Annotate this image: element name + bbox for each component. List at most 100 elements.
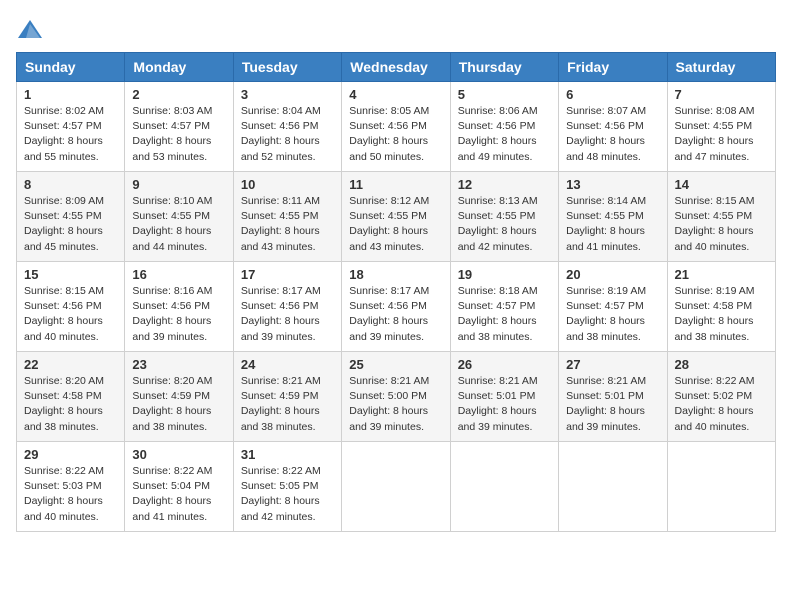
calendar-cell: 29 Sunrise: 8:22 AMSunset: 5:03 PMDaylig… — [17, 442, 125, 532]
calendar-cell: 24 Sunrise: 8:21 AMSunset: 4:59 PMDaylig… — [233, 352, 341, 442]
day-number: 24 — [241, 357, 334, 372]
day-number: 15 — [24, 267, 117, 282]
day-info: Sunrise: 8:21 AMSunset: 5:01 PMDaylight:… — [566, 375, 646, 433]
day-number: 28 — [675, 357, 768, 372]
day-number: 23 — [132, 357, 225, 372]
calendar-week-row: 22 Sunrise: 8:20 AMSunset: 4:58 PMDaylig… — [17, 352, 776, 442]
calendar-cell: 30 Sunrise: 8:22 AMSunset: 5:04 PMDaylig… — [125, 442, 233, 532]
calendar-week-row: 15 Sunrise: 8:15 AMSunset: 4:56 PMDaylig… — [17, 262, 776, 352]
day-info: Sunrise: 8:08 AMSunset: 4:55 PMDaylight:… — [675, 105, 755, 163]
day-number: 12 — [458, 177, 551, 192]
calendar-cell: 6 Sunrise: 8:07 AMSunset: 4:56 PMDayligh… — [559, 82, 667, 172]
weekday-header-wednesday: Wednesday — [342, 53, 450, 82]
weekday-header-row: SundayMondayTuesdayWednesdayThursdayFrid… — [17, 53, 776, 82]
day-number: 22 — [24, 357, 117, 372]
calendar-cell: 1 Sunrise: 8:02 AMSunset: 4:57 PMDayligh… — [17, 82, 125, 172]
day-number: 26 — [458, 357, 551, 372]
day-info: Sunrise: 8:15 AMSunset: 4:55 PMDaylight:… — [675, 195, 755, 253]
day-info: Sunrise: 8:17 AMSunset: 4:56 PMDaylight:… — [349, 285, 429, 343]
day-info: Sunrise: 8:22 AMSunset: 5:02 PMDaylight:… — [675, 375, 755, 433]
weekday-header-saturday: Saturday — [667, 53, 775, 82]
day-number: 7 — [675, 87, 768, 102]
day-info: Sunrise: 8:03 AMSunset: 4:57 PMDaylight:… — [132, 105, 212, 163]
day-number: 2 — [132, 87, 225, 102]
day-number: 9 — [132, 177, 225, 192]
day-number: 4 — [349, 87, 442, 102]
day-number: 25 — [349, 357, 442, 372]
day-info: Sunrise: 8:02 AMSunset: 4:57 PMDaylight:… — [24, 105, 104, 163]
day-info: Sunrise: 8:17 AMSunset: 4:56 PMDaylight:… — [241, 285, 321, 343]
day-number: 19 — [458, 267, 551, 282]
calendar-cell: 21 Sunrise: 8:19 AMSunset: 4:58 PMDaylig… — [667, 262, 775, 352]
day-info: Sunrise: 8:12 AMSunset: 4:55 PMDaylight:… — [349, 195, 429, 253]
day-number: 6 — [566, 87, 659, 102]
day-number: 16 — [132, 267, 225, 282]
calendar-week-row: 1 Sunrise: 8:02 AMSunset: 4:57 PMDayligh… — [17, 82, 776, 172]
calendar-cell: 16 Sunrise: 8:16 AMSunset: 4:56 PMDaylig… — [125, 262, 233, 352]
day-number: 18 — [349, 267, 442, 282]
weekday-header-sunday: Sunday — [17, 53, 125, 82]
calendar-week-row: 8 Sunrise: 8:09 AMSunset: 4:55 PMDayligh… — [17, 172, 776, 262]
day-number: 14 — [675, 177, 768, 192]
calendar-cell: 8 Sunrise: 8:09 AMSunset: 4:55 PMDayligh… — [17, 172, 125, 262]
calendar-cell: 11 Sunrise: 8:12 AMSunset: 4:55 PMDaylig… — [342, 172, 450, 262]
calendar-table: SundayMondayTuesdayWednesdayThursdayFrid… — [16, 52, 776, 532]
calendar-cell — [450, 442, 558, 532]
calendar-cell: 18 Sunrise: 8:17 AMSunset: 4:56 PMDaylig… — [342, 262, 450, 352]
day-info: Sunrise: 8:06 AMSunset: 4:56 PMDaylight:… — [458, 105, 538, 163]
calendar-cell: 17 Sunrise: 8:17 AMSunset: 4:56 PMDaylig… — [233, 262, 341, 352]
calendar-cell: 25 Sunrise: 8:21 AMSunset: 5:00 PMDaylig… — [342, 352, 450, 442]
calendar-cell: 7 Sunrise: 8:08 AMSunset: 4:55 PMDayligh… — [667, 82, 775, 172]
calendar-cell: 28 Sunrise: 8:22 AMSunset: 5:02 PMDaylig… — [667, 352, 775, 442]
day-info: Sunrise: 8:20 AMSunset: 4:58 PMDaylight:… — [24, 375, 104, 433]
weekday-header-monday: Monday — [125, 53, 233, 82]
day-info: Sunrise: 8:20 AMSunset: 4:59 PMDaylight:… — [132, 375, 212, 433]
day-info: Sunrise: 8:21 AMSunset: 5:01 PMDaylight:… — [458, 375, 538, 433]
calendar-cell: 20 Sunrise: 8:19 AMSunset: 4:57 PMDaylig… — [559, 262, 667, 352]
day-number: 29 — [24, 447, 117, 462]
day-number: 8 — [24, 177, 117, 192]
day-number: 10 — [241, 177, 334, 192]
calendar-cell: 27 Sunrise: 8:21 AMSunset: 5:01 PMDaylig… — [559, 352, 667, 442]
day-number: 30 — [132, 447, 225, 462]
calendar-cell: 2 Sunrise: 8:03 AMSunset: 4:57 PMDayligh… — [125, 82, 233, 172]
day-info: Sunrise: 8:19 AMSunset: 4:58 PMDaylight:… — [675, 285, 755, 343]
day-number: 27 — [566, 357, 659, 372]
day-info: Sunrise: 8:22 AMSunset: 5:05 PMDaylight:… — [241, 465, 321, 523]
day-info: Sunrise: 8:10 AMSunset: 4:55 PMDaylight:… — [132, 195, 212, 253]
calendar-cell: 4 Sunrise: 8:05 AMSunset: 4:56 PMDayligh… — [342, 82, 450, 172]
day-info: Sunrise: 8:05 AMSunset: 4:56 PMDaylight:… — [349, 105, 429, 163]
day-number: 31 — [241, 447, 334, 462]
day-info: Sunrise: 8:16 AMSunset: 4:56 PMDaylight:… — [132, 285, 212, 343]
calendar-cell: 19 Sunrise: 8:18 AMSunset: 4:57 PMDaylig… — [450, 262, 558, 352]
day-info: Sunrise: 8:21 AMSunset: 4:59 PMDaylight:… — [241, 375, 321, 433]
logo-icon — [16, 16, 44, 44]
calendar-cell — [342, 442, 450, 532]
calendar-cell: 26 Sunrise: 8:21 AMSunset: 5:01 PMDaylig… — [450, 352, 558, 442]
calendar-cell: 13 Sunrise: 8:14 AMSunset: 4:55 PMDaylig… — [559, 172, 667, 262]
day-info: Sunrise: 8:15 AMSunset: 4:56 PMDaylight:… — [24, 285, 104, 343]
day-number: 20 — [566, 267, 659, 282]
calendar-cell: 15 Sunrise: 8:15 AMSunset: 4:56 PMDaylig… — [17, 262, 125, 352]
page-header — [16, 16, 776, 44]
day-info: Sunrise: 8:11 AMSunset: 4:55 PMDaylight:… — [241, 195, 320, 253]
weekday-header-thursday: Thursday — [450, 53, 558, 82]
day-info: Sunrise: 8:19 AMSunset: 4:57 PMDaylight:… — [566, 285, 646, 343]
day-number: 17 — [241, 267, 334, 282]
day-info: Sunrise: 8:18 AMSunset: 4:57 PMDaylight:… — [458, 285, 538, 343]
day-info: Sunrise: 8:04 AMSunset: 4:56 PMDaylight:… — [241, 105, 321, 163]
calendar-cell: 3 Sunrise: 8:04 AMSunset: 4:56 PMDayligh… — [233, 82, 341, 172]
calendar-cell: 12 Sunrise: 8:13 AMSunset: 4:55 PMDaylig… — [450, 172, 558, 262]
calendar-cell: 5 Sunrise: 8:06 AMSunset: 4:56 PMDayligh… — [450, 82, 558, 172]
day-number: 1 — [24, 87, 117, 102]
day-info: Sunrise: 8:14 AMSunset: 4:55 PMDaylight:… — [566, 195, 646, 253]
day-number: 3 — [241, 87, 334, 102]
logo — [16, 16, 48, 44]
calendar-cell: 9 Sunrise: 8:10 AMSunset: 4:55 PMDayligh… — [125, 172, 233, 262]
day-number: 13 — [566, 177, 659, 192]
calendar-cell: 31 Sunrise: 8:22 AMSunset: 5:05 PMDaylig… — [233, 442, 341, 532]
calendar-cell: 10 Sunrise: 8:11 AMSunset: 4:55 PMDaylig… — [233, 172, 341, 262]
day-info: Sunrise: 8:07 AMSunset: 4:56 PMDaylight:… — [566, 105, 646, 163]
calendar-cell: 23 Sunrise: 8:20 AMSunset: 4:59 PMDaylig… — [125, 352, 233, 442]
weekday-header-friday: Friday — [559, 53, 667, 82]
